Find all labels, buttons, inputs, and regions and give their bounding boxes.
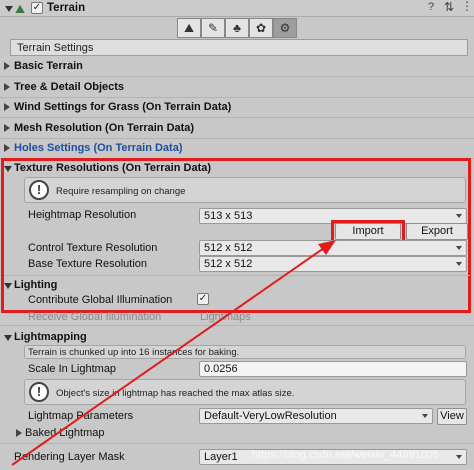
annotation-arrow [11, 240, 336, 466]
